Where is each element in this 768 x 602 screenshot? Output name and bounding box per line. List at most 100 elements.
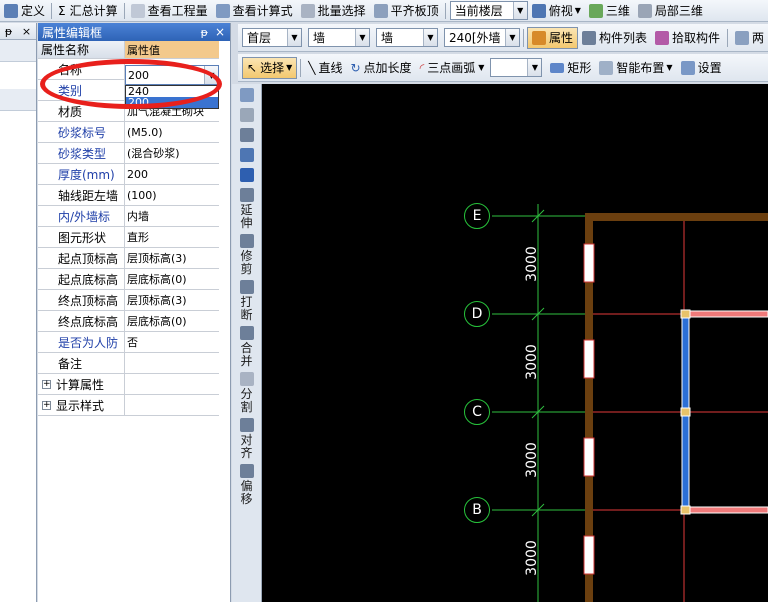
settings-button[interactable]: 设置 xyxy=(677,57,726,79)
property-value[interactable]: 层底标高(0) xyxy=(125,269,219,289)
property-row[interactable]: 起点底标高 层底标高(0) xyxy=(38,269,219,290)
properties-button[interactable]: 属性 xyxy=(526,26,578,49)
property-name: 终点底标高 xyxy=(38,311,125,331)
vtool-break[interactable]: 打断 xyxy=(232,276,261,322)
top-view-button[interactable]: 俯视 ▼ xyxy=(528,1,585,21)
toolbar-separator xyxy=(51,2,53,19)
group-calc-properties[interactable]: + 计算属性 xyxy=(38,374,219,395)
pin-icon[interactable]: ᵽ xyxy=(201,26,208,39)
chevron-down-icon[interactable]: ▼ xyxy=(504,29,519,46)
vtool-extend[interactable]: 延伸 xyxy=(232,184,261,230)
view-quantity-button[interactable]: 查看工程量 xyxy=(127,1,212,21)
type-select-1[interactable]: 墙 ▼ xyxy=(307,28,370,47)
window xyxy=(583,339,595,379)
vtool-label-char: 并 xyxy=(240,354,253,368)
property-value[interactable]: 200 xyxy=(125,164,219,184)
group-display-style[interactable]: + 显示样式 xyxy=(38,395,219,416)
vtool-trim[interactable]: 修剪 xyxy=(232,230,261,276)
wall-top xyxy=(585,213,768,221)
drawing-canvas[interactable]: E D C B 3000 3000 3000 3000 xyxy=(262,84,768,602)
spec-select[interactable]: 240[外墙 ▼ xyxy=(443,28,520,47)
dimension-text: 3000 xyxy=(524,344,540,380)
grip-point[interactable] xyxy=(680,407,691,417)
property-row[interactable]: 是否为人防否 xyxy=(38,332,219,353)
vtool-copy[interactable] xyxy=(232,104,261,124)
vtool-mirror[interactable] xyxy=(232,124,261,144)
property-value[interactable]: (混合砂浆) xyxy=(125,143,219,163)
rectangle-button[interactable]: 矩形 xyxy=(546,57,595,79)
property-row[interactable]: 终点顶标高 层顶标高(3) xyxy=(38,290,219,311)
vtool-merge[interactable]: 合并 xyxy=(232,322,261,368)
align-slab-top-button[interactable]: 平齐板顶 xyxy=(370,1,443,21)
arc-icon: ◜ xyxy=(419,60,425,75)
smart-layout-button[interactable]: 智能布置 ▼ xyxy=(595,57,676,79)
3d-view-button[interactable]: 三维 xyxy=(585,1,634,21)
vtool-split[interactable]: 分割 xyxy=(232,368,261,414)
close-icon[interactable]: × xyxy=(215,25,225,39)
property-row[interactable]: 起点顶标高 层顶标高(3) xyxy=(38,248,219,269)
vtool-move[interactable] xyxy=(232,144,261,164)
group-label: 显示样式 xyxy=(56,398,105,413)
chevron-down-icon[interactable]: ▼ xyxy=(354,29,369,46)
grip-point[interactable] xyxy=(680,309,691,319)
chevron-down-icon[interactable]: ▼ xyxy=(286,29,301,46)
expand-icon[interactable]: + xyxy=(42,400,51,410)
define-button[interactable]: 定义 xyxy=(0,1,49,21)
expand-icon[interactable]: + xyxy=(42,379,51,389)
pick-component-button[interactable]: 拾取构件 xyxy=(651,27,724,49)
property-row[interactable]: 备注 xyxy=(38,353,219,374)
property-row[interactable]: 图元形状 直形 xyxy=(38,227,219,248)
grip-point[interactable] xyxy=(680,505,691,515)
view-formula-button[interactable]: 查看计算式 xyxy=(212,1,297,21)
property-value[interactable] xyxy=(125,353,219,373)
property-grid-header: 属性名称 属性值 xyxy=(38,41,219,59)
chevron-down-icon[interactable]: ▼ xyxy=(527,59,542,76)
rotate-icon xyxy=(239,168,254,182)
component-list-button[interactable]: 构件列表 xyxy=(578,27,651,49)
panel-title: 属性编辑框 xyxy=(42,25,103,40)
property-row[interactable]: 厚度(mm) 200 xyxy=(38,164,219,185)
partial-3d-button[interactable]: 局部三维 xyxy=(634,1,707,21)
property-editor-title: 属性编辑框 ᵽ × xyxy=(38,23,230,41)
summary-calc-button[interactable]: Σ 汇总计算 xyxy=(54,1,122,21)
property-value[interactable]: 否 xyxy=(125,332,219,352)
property-row[interactable]: 砂浆类型 (混合砂浆) xyxy=(38,143,219,164)
vtool-pen[interactable] xyxy=(232,84,261,104)
batch-select-button[interactable]: 批量选择 xyxy=(297,1,370,21)
window xyxy=(583,243,595,283)
more-button[interactable]: 两 xyxy=(731,27,768,49)
property-value[interactable]: 直形 xyxy=(125,227,219,247)
three-point-arc-button[interactable]: ◜ 三点画弧 ▼ xyxy=(416,57,489,79)
property-row[interactable]: 内/外墙标 内墙 xyxy=(38,206,219,227)
property-row[interactable]: 终点底标高 层底标高(0) xyxy=(38,311,219,332)
property-value[interactable]: 层顶标高(3) xyxy=(125,290,219,310)
vtool-rotate[interactable] xyxy=(232,164,261,184)
chevron-down-icon: ▼ xyxy=(478,63,485,72)
mirror-icon xyxy=(239,128,254,142)
property-row[interactable]: 砂浆标号 (M5.0) xyxy=(38,122,219,143)
arc-option-select[interactable]: ▼ xyxy=(490,58,543,77)
property-row[interactable]: 轴线距左墙 (100) xyxy=(38,185,219,206)
point-length-button[interactable]: ↻ 点加长度 xyxy=(346,57,415,79)
axis-label-d: D xyxy=(464,301,490,327)
property-value[interactable]: (M5.0) xyxy=(125,122,219,142)
floor-select[interactable]: 首层 ▼ xyxy=(242,28,302,47)
property-value[interactable]: 层顶标高(3) xyxy=(125,248,219,268)
select-button[interactable]: ↖ 选择 ▼ xyxy=(242,56,298,79)
chevron-down-icon[interactable]: ▼ xyxy=(422,29,437,46)
pin-icon[interactable]: ᵽ xyxy=(5,25,12,38)
toolbar-separator xyxy=(123,2,125,19)
property-value[interactable]: 内墙 xyxy=(125,206,219,226)
vtool-align[interactable]: 对齐 xyxy=(232,414,261,460)
vtool-label-char: 移 xyxy=(240,492,253,506)
chevron-down-icon[interactable]: ▼ xyxy=(512,2,527,19)
vtool-offset[interactable]: 偏移 xyxy=(232,460,261,506)
property-name: 起点顶标高 xyxy=(38,248,125,268)
close-icon[interactable]: × xyxy=(22,25,31,38)
type-select-2[interactable]: 墙 ▼ xyxy=(375,28,438,47)
spec-value: 240[外墙 xyxy=(448,31,501,45)
floor-scope-combo[interactable]: 当前楼层 ▼ xyxy=(449,1,528,20)
property-value[interactable]: 层底标高(0) xyxy=(125,311,219,331)
property-value[interactable]: (100) xyxy=(125,185,219,205)
line-button[interactable]: ╲ 直线 xyxy=(304,57,346,79)
